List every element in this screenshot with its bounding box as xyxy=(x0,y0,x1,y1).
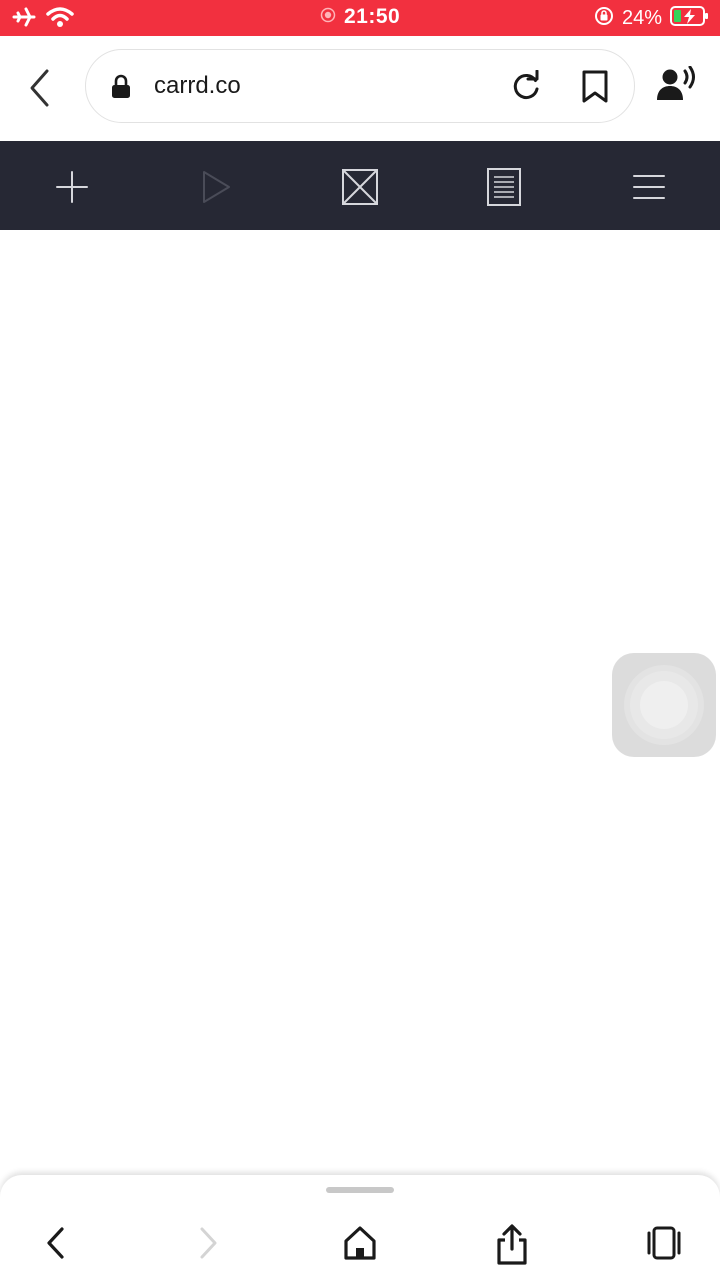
bottom-nav xyxy=(0,1175,720,1280)
battery-charging-icon xyxy=(670,5,710,32)
browser-bar: carrd.co xyxy=(0,36,720,141)
image-placeholder-icon[interactable] xyxy=(340,167,380,207)
speaker-user-icon[interactable] xyxy=(655,65,699,109)
orientation-lock-icon xyxy=(594,6,614,31)
share-icon[interactable] xyxy=(492,1223,532,1265)
status-left xyxy=(12,6,74,33)
play-icon[interactable] xyxy=(196,167,236,207)
back-icon[interactable] xyxy=(20,66,60,110)
address-bar[interactable]: carrd.co xyxy=(85,49,635,123)
status-time: 21:50 xyxy=(344,5,401,28)
assistive-touch-button[interactable] xyxy=(612,653,716,757)
page-content xyxy=(0,230,720,1175)
status-right: 24% xyxy=(594,5,710,32)
recording-icon xyxy=(320,7,336,28)
url-text[interactable]: carrd.co xyxy=(154,72,241,100)
airplane-icon xyxy=(12,6,36,33)
tabs-icon[interactable] xyxy=(644,1223,684,1263)
editor-toolbar xyxy=(0,141,720,230)
page-icon[interactable] xyxy=(484,167,524,207)
battery-percent: 24% xyxy=(621,7,662,29)
drag-handle[interactable] xyxy=(326,1187,394,1193)
assistive-touch-core xyxy=(640,681,688,729)
nav-back-icon[interactable] xyxy=(36,1223,76,1263)
add-icon[interactable] xyxy=(52,167,92,207)
status-bar: 21:50 24% xyxy=(0,0,720,36)
lock-icon xyxy=(110,74,132,105)
menu-icon[interactable] xyxy=(629,167,669,207)
bookmark-icon[interactable] xyxy=(580,70,610,109)
home-icon[interactable] xyxy=(340,1223,380,1263)
nav-forward-icon[interactable] xyxy=(188,1223,228,1263)
wifi-icon xyxy=(46,6,74,33)
assistive-touch-ring xyxy=(630,671,698,739)
status-center: 21:50 xyxy=(320,5,400,29)
reload-icon[interactable] xyxy=(509,69,543,109)
